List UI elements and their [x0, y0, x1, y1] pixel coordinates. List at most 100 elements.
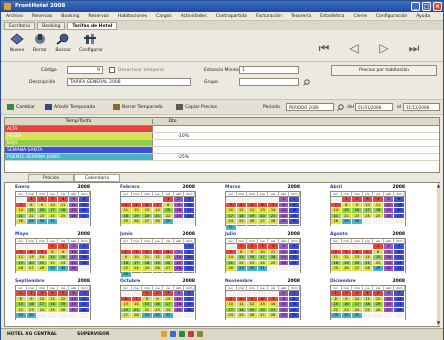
new-button[interactable]: Nuevo [6, 32, 28, 53]
rate-dto: -10% [152, 133, 192, 139]
empty-cell [362, 224, 374, 226]
menu-facturacion[interactable]: Facturación [256, 14, 282, 20]
empty-cell [236, 318, 248, 320]
search-button[interactable]: Buscar [52, 32, 74, 53]
tab-escritorio[interactable]: Escritorio [4, 22, 36, 30]
menu-ayuda[interactable]: Ayuda [416, 14, 430, 20]
table-row[interactable]: ALTA [5, 126, 439, 133]
copiar-precios-button[interactable]: Copiar Precios [176, 104, 217, 110]
rate-name: BAJA [5, 140, 152, 146]
fecha-desde-field[interactable]: 01/01/2008 [355, 103, 393, 111]
menu-contrapartida[interactable]: Contrapartida [216, 14, 247, 20]
periodo-field[interactable]: PERIODO 2008 [286, 103, 334, 111]
calendar-scrollbar[interactable]: ▲ ▼ [437, 183, 440, 326]
table-row[interactable]: SEMANA SANTA [5, 147, 439, 154]
cambiar-button[interactable]: Cambiar [7, 104, 35, 110]
anadir-label: Añadir Temporada [54, 104, 96, 110]
diamond-icon [9, 32, 25, 46]
tab-booking[interactable]: Booking [37, 22, 66, 30]
toolbar: Nuevo Borrar Buscar Configurar ⏮ ◁ ▷ ⏭ [1, 30, 443, 62]
empty-cell [289, 318, 300, 320]
tray-icon[interactable] [161, 331, 167, 337]
fecha-hasta-field[interactable]: 31/12/2008 [403, 103, 440, 111]
delete-button[interactable]: Borrar [29, 32, 51, 53]
empty-cell [352, 271, 363, 273]
tab-precios[interactable]: Precios [28, 174, 74, 182]
close-button[interactable]: × [433, 2, 442, 11]
menu-booking[interactable]: Booking [61, 14, 79, 20]
empty-cell [394, 224, 405, 226]
desactivar-checkbox[interactable] [109, 67, 115, 73]
borrar-temporada-button[interactable]: Borrar Temporada [113, 104, 162, 110]
month-year: 2008 [182, 185, 195, 190]
month-year: 2008 [287, 185, 300, 190]
tray-icon[interactable] [179, 331, 185, 337]
empty-cell [383, 224, 395, 226]
month-header: Octubre 2008 [120, 279, 196, 284]
scroll-down-icon[interactable]: ▼ [437, 320, 440, 325]
month-mayo: Mayo 2008 lun mar mié jue vie sáb dom 1 2 3 4 5 6 7 8 9 10… [15, 232, 91, 273]
day-cell[interactable]: 31 [226, 224, 237, 231]
table-row[interactable]: MEDIA -10% [5, 133, 439, 140]
menu-estadistica[interactable]: Estadística [320, 14, 344, 20]
table-row[interactable]: PUENTE SEMANA JUNIO -25% [5, 154, 439, 161]
estancia-field[interactable]: 1 [239, 66, 299, 74]
previous-record-button[interactable]: ◁ [347, 41, 361, 55]
empty-cell [268, 318, 279, 320]
precios-habitacion-button[interactable]: Precios por habitación [331, 65, 437, 76]
empty-cell [47, 271, 59, 273]
menu-habitaciones[interactable]: Habitaciones [118, 14, 147, 20]
empty-cell [383, 271, 395, 273]
month-grid: lun mar mié jue vie sáb dom 1 2 3 4 5 6 7 8 9 10 11 12 13 14… [330, 285, 406, 320]
empty-cell [152, 318, 164, 320]
month-year: 2008 [182, 232, 195, 237]
descripcion-field[interactable]: TARIFA GENERAL 2008 [67, 78, 191, 86]
menu-archivo[interactable]: Archivo [6, 14, 23, 20]
empty-cell [26, 318, 38, 320]
tray-icon[interactable] [197, 331, 203, 337]
tab-calendario[interactable]: Calendario [74, 174, 120, 182]
month-grid: lun mar mié jue vie sáb dom 1 2 3 4 5 6 7 8 9 10 11 12 13 14… [225, 285, 301, 320]
month-grid: lun mar mié jue vie sáb dom 1 2 3 4 5 6 7 8 9 10 11 12 13 14… [120, 238, 196, 278]
empty-cell [47, 318, 59, 320]
menu-configuracion[interactable]: Configuración [376, 14, 407, 20]
month-year: 2008 [392, 185, 405, 190]
month-year: 2008 [392, 232, 405, 237]
month-grid: lun mar mié jue vie sáb dom 1 2 3 4 5 6 7 8 9 10 11 12 13 14… [120, 191, 196, 226]
season-actions: Cambiar Añadir Temporada Borrar Temporad… [1, 100, 443, 115]
scroll-up-icon[interactable]: ▲ [437, 183, 440, 188]
grupo-lookup-icon[interactable] [303, 79, 310, 88]
anadir-temporada-button[interactable]: Añadir Temporada [45, 104, 95, 110]
grupo-field[interactable] [239, 78, 299, 86]
menu-actividades[interactable]: Actividades [181, 14, 207, 20]
month-septiembre: Septiembre 2008 lun mar mié jue vie sáb dom 1 2 3 4 5… [15, 279, 91, 320]
month-abril: Abril 2008 lun mar mié jue vie sáb dom 1 2 3 4 5 6 7 8 9 1… [330, 185, 406, 226]
menu-reservas[interactable]: Reservas [32, 14, 52, 20]
empty-cell [121, 224, 132, 226]
minimize-button[interactable]: _ [411, 2, 420, 11]
menu-reservas-2[interactable]: Reservas [88, 14, 108, 20]
periodo-lookup-icon[interactable] [337, 104, 344, 113]
month-name: Septiembre [15, 279, 45, 284]
month-name: Diciembre [330, 279, 356, 284]
codigo-field[interactable]: 9 [67, 66, 103, 74]
last-record-button[interactable]: ⏭ [407, 41, 421, 55]
month-header: Septiembre 2008 [15, 279, 91, 284]
maximize-button[interactable]: □ [422, 2, 431, 11]
month-name: Octubre [120, 279, 141, 284]
menu-tesoreria[interactable]: Tesorería [291, 14, 311, 20]
tab-tarifas[interactable]: Tarifas de Hotel [67, 22, 118, 30]
first-record-button[interactable]: ⏮ [317, 41, 331, 55]
day-cell[interactable]: 30 [121, 271, 132, 278]
next-record-button[interactable]: ▷ [377, 41, 391, 55]
empty-cell [184, 224, 195, 226]
empty-cell [236, 271, 248, 273]
menu-cargos[interactable]: Cargos [156, 14, 172, 20]
tray-icon[interactable] [170, 331, 176, 337]
tray-icon[interactable] [188, 331, 194, 337]
empty-cell [16, 224, 27, 226]
configure-button[interactable]: Configurar [79, 32, 103, 53]
empty-cell [331, 318, 342, 320]
table-row[interactable]: BAJA [5, 140, 439, 147]
menu-cierre[interactable]: Cierre [354, 14, 367, 20]
